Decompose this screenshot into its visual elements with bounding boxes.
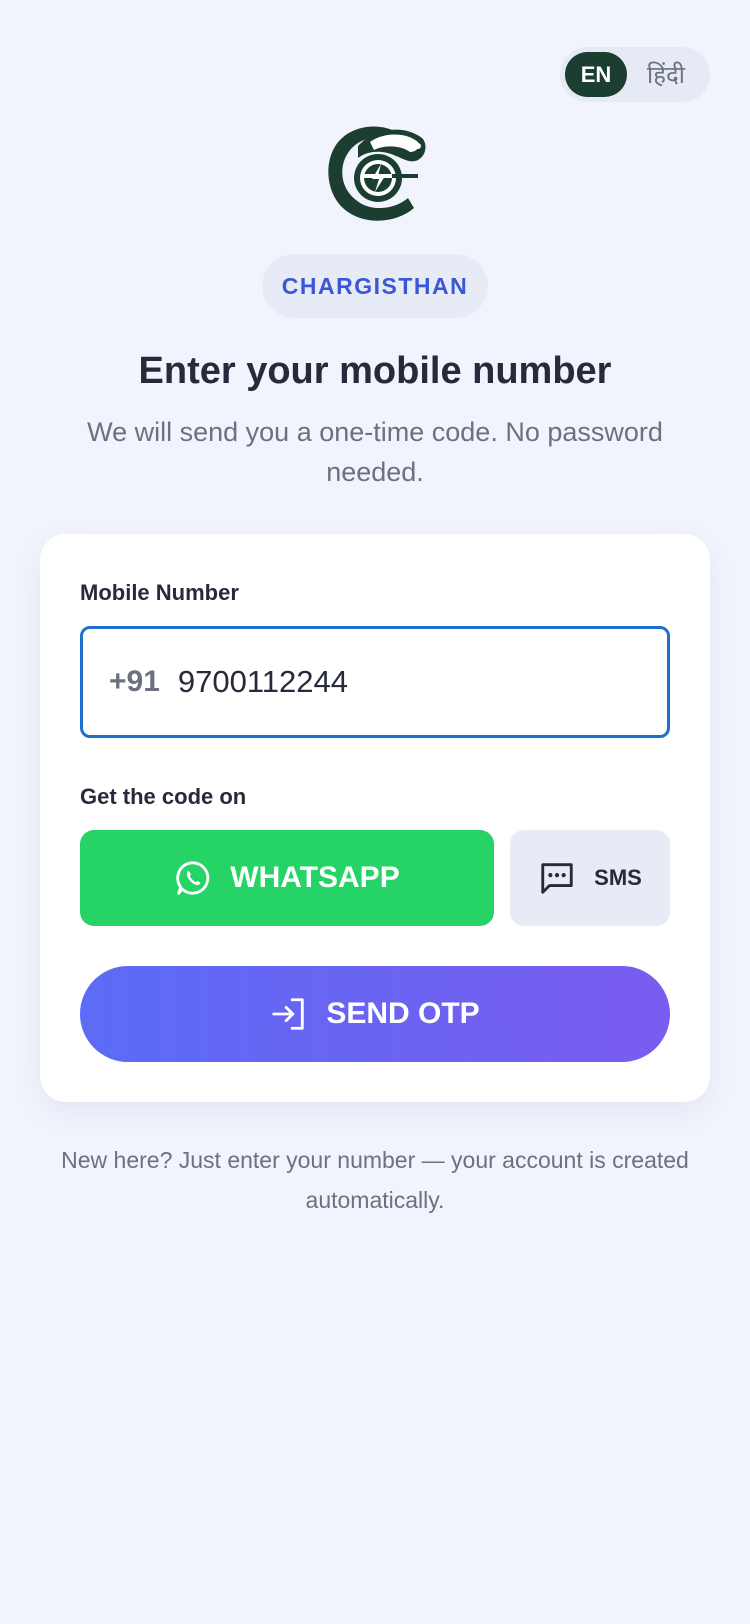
whatsapp-channel-button[interactable]: WHATSAPP bbox=[80, 830, 494, 926]
page-title: Enter your mobile number bbox=[138, 350, 612, 392]
mobile-number-field[interactable]: +91 bbox=[80, 626, 670, 738]
mobile-number-label: Mobile Number bbox=[80, 580, 239, 605]
new-user-note: New here? Just enter your number — your … bbox=[61, 1147, 689, 1213]
language-option-en[interactable]: EN bbox=[565, 52, 627, 97]
sms-channel-button[interactable]: SMS bbox=[510, 830, 670, 926]
login-icon bbox=[272, 998, 305, 1030]
login-page: EN हिंदी CHARGISTHAN Enter your mobile n… bbox=[0, 0, 750, 1624]
login-card: Mobile Number +91 Get the code on WHATSA… bbox=[40, 534, 710, 1102]
sms-label: SMS bbox=[594, 865, 642, 890]
message-icon bbox=[541, 863, 573, 894]
page-subtitle: We will send you a one-time code. No pas… bbox=[87, 417, 663, 487]
country-code: +91 bbox=[109, 665, 160, 698]
send-otp-label: SEND OTP bbox=[326, 997, 480, 1030]
otp-channel-label: Get the code on bbox=[80, 784, 247, 809]
whatsapp-icon bbox=[176, 861, 210, 895]
language-option-hindi[interactable]: हिंदी bbox=[627, 58, 705, 91]
whatsapp-label: WHATSAPP bbox=[230, 861, 400, 894]
mobile-number-input[interactable] bbox=[177, 664, 578, 700]
brand-name-badge: CHARGISTHAN bbox=[262, 254, 488, 318]
language-toggle: EN हिंदी bbox=[560, 47, 710, 102]
chargisthan-logo-icon bbox=[328, 126, 426, 221]
send-otp-button[interactable]: SEND OTP bbox=[80, 966, 670, 1062]
